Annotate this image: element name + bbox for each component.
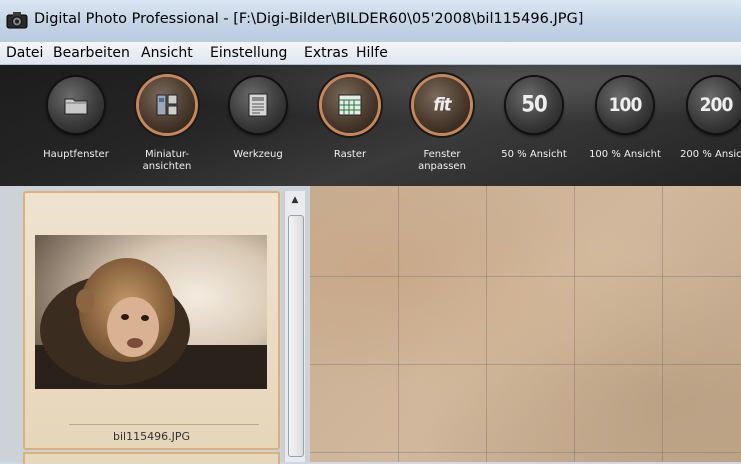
tool-palette-button[interactable]: Werkzeug [218, 65, 298, 186]
menu-einstellung[interactable]: Einstellung [210, 45, 287, 61]
zoom-100-label: 100 % Ansicht [589, 149, 661, 160]
thumbnail-card[interactable]: bil115496.JPG [23, 191, 280, 450]
image-view[interactable] [310, 186, 741, 462]
tool-palette-label: Werkzeug [233, 149, 283, 160]
menu-extras[interactable]: Extras [304, 45, 348, 61]
thumbnails-button[interactable]: Miniatur- ansichten [127, 65, 207, 186]
menu-bar: Datei Bearbeiten Ansicht Einstellung Ext… [0, 42, 741, 65]
zoom-200-icon: 200 [699, 94, 734, 116]
fit-icon: fit [433, 94, 451, 116]
thumbnail-scrollbar[interactable]: ▲ [284, 191, 305, 462]
camera-icon [6, 12, 28, 29]
zoom-50-label: 50 % Ansicht [501, 149, 567, 160]
zoom-200-button[interactable]: 200 200 % Ansicht [676, 65, 741, 186]
grid-button[interactable]: Raster [310, 65, 390, 186]
grid-label: Raster [333, 149, 367, 160]
menu-bearbeiten[interactable]: Bearbeiten [53, 45, 130, 61]
window-title: Digital Photo Professional - [F:\Digi-Bi… [34, 11, 584, 27]
tool-palette-icon [248, 93, 268, 117]
thumbnails-icon [156, 94, 178, 116]
zoom-50-icon: 50 [521, 92, 548, 118]
zoom-50-button[interactable]: 50 50 % Ansicht [494, 65, 574, 186]
zoom-100-icon: 100 [608, 94, 643, 116]
fit-window-label: Fenster anpassen [418, 149, 466, 172]
next-thumbnail-card[interactable] [23, 452, 280, 464]
fit-window-button[interactable]: fit Fenster anpassen [402, 65, 482, 186]
menu-datei[interactable]: Datei [6, 45, 43, 61]
scroll-up-icon[interactable]: ▲ [285, 191, 305, 209]
main-window-label: Hauptfenster [43, 149, 109, 160]
grid-icon [338, 94, 362, 116]
thumbnails-label: Miniatur- ansichten [142, 149, 192, 172]
toolbar: Hauptfenster Miniatur- ansichten Werkzeu [0, 65, 741, 186]
main-window-button[interactable]: Hauptfenster [36, 65, 116, 186]
zoom-200-label: 200 % Ansicht [680, 149, 741, 160]
zoom-100-button[interactable]: 100 100 % Ansicht [585, 65, 665, 186]
thumbnail-filename: bil115496.JPG [113, 430, 190, 443]
menu-hilfe[interactable]: Hilfe [356, 45, 388, 61]
monkey-photo [35, 235, 267, 389]
thumbnail-panel: bil115496.JPG ▲ [0, 186, 310, 464]
title-bar: Digital Photo Professional - [F:\Digi-Bi… [0, 0, 741, 42]
scrollbar-thumb[interactable] [288, 215, 304, 457]
menu-ansicht[interactable]: Ansicht [141, 45, 193, 61]
thumbnail-image[interactable] [35, 235, 267, 389]
folder-icon [64, 98, 88, 115]
